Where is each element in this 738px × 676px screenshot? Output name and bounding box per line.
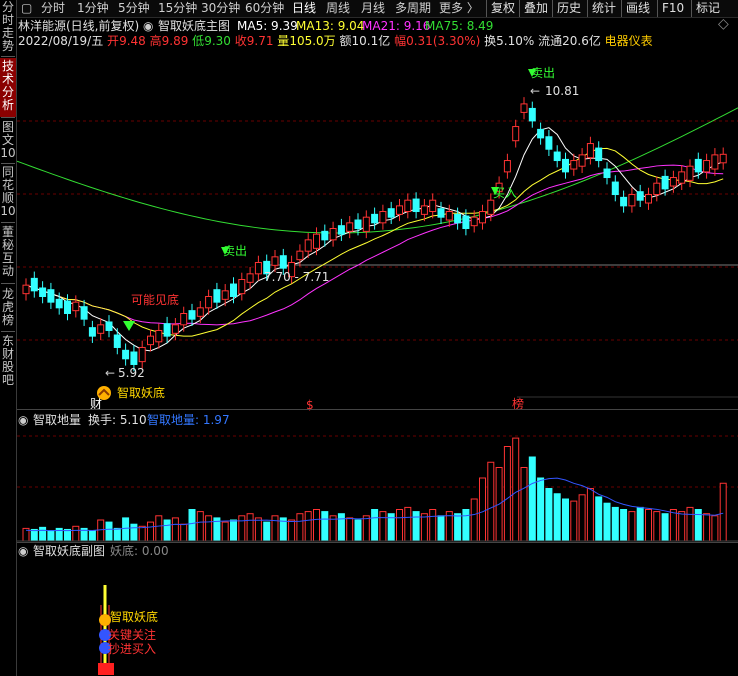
vol-key: 量 [277,34,290,48]
tab-eastmoney-forum[interactable]: 东财股吧 [0,335,16,389]
sell-signal-1: 卖出 [531,66,556,80]
amount-value: 10.1亿 [351,34,391,48]
main-kline-chart[interactable] [17,49,738,409]
button-diejia[interactable]: 叠加 [519,0,552,17]
volume-turnover-label: 换手: 5.10 [88,413,147,427]
ohlc-info-line: 2022/08/19/五 开9.48 高9.89 低9.30 收9.71 量10… [18,34,653,48]
tab-secretary-interaction[interactable]: 董秘互动 [0,226,16,280]
button-draw[interactable]: 画线 [621,0,654,17]
close-key: 收 [234,34,247,48]
high-value: 9.89 [161,34,189,48]
range-annotation: 7.70 - 7.71 [264,270,330,284]
tab-period-1min[interactable]: 1分钟 [77,0,109,17]
tab-timeshare[interactable]: 分时走势 [0,1,16,53]
tab-period-fenshi[interactable]: 分时 [41,0,65,17]
button-fuquan[interactable]: 复权 [486,0,519,17]
high-key: 高 [149,34,162,48]
button-mark[interactable]: 标记 [691,0,724,17]
sub-panel-dropdown-icon[interactable]: ◉ [18,544,28,558]
tower-label-key-focus: 关键关注 [108,628,157,642]
low-arrow-icon: ← [105,366,116,380]
volume-chart[interactable] [17,426,738,542]
open-key: 开 [107,34,120,48]
close-value: 9.71 [246,34,274,48]
period-toolbar: ▢ 分时 1分钟 5分钟 15分钟 30分钟 60分钟 日线 周线 月线 多周期… [17,0,738,18]
smart-bottom-icon [97,386,111,400]
button-f10[interactable]: F10 [657,0,688,17]
tab-period-30min[interactable]: 30分钟 [201,0,240,17]
float-value: 20.6亿 [562,34,601,48]
range-value: 0.31(3.30%) [406,34,481,48]
tab-period-monthly[interactable]: 月线 [361,0,385,17]
sector-label[interactable]: 电器仪表 [605,34,653,48]
tab-dragon-tiger[interactable]: 龙虎榜 [0,288,16,328]
turnover-key: 换 [484,34,497,48]
range-key: 幅 [394,34,407,48]
ma75-label: MA75: 8.49 [425,19,494,33]
low-key: 低 [192,34,205,48]
ma13-label: MA13: 9.04 [296,19,365,33]
low-price-annotation: 5.92 [118,366,145,380]
sub-panel-value: 妖底: 0.00 [110,544,169,558]
sub-panel-title[interactable]: 智取妖底副图 [33,544,105,558]
smart-bottom-label: 智取妖底 [117,386,166,400]
volume-bars-group [22,437,727,542]
tower-label-smart-bottom: 智取妖底 [110,610,159,624]
low-value: 9.30 [204,34,231,48]
stock-title: 林洋能源(日线,前复权) [18,19,140,33]
left-tab-bar: 分时走势 技术分析 图文10 同花顺10 董秘互动 龙虎榜 东财股吧 [0,0,17,676]
tab-period-weekly[interactable]: 周线 [326,0,350,17]
button-history[interactable]: 历史 [552,0,585,17]
high-arrow-icon: ← [530,84,541,98]
open-value: 9.48 [119,34,146,48]
high-price-annotation: 10.81 [545,84,580,98]
tower-label-buy-in: 抄进买入 [108,642,157,656]
settings-diamond-icon[interactable]: ◇ [718,17,729,31]
ma13-line [25,147,724,337]
tab-period-15min[interactable]: 15分钟 [158,0,197,17]
tab-tonghuashun[interactable]: 同花顺10 [0,166,16,221]
amount-key: 额 [339,34,352,48]
indicator-dropdown-icon[interactable]: ◉ [143,19,153,33]
volume-panel-dropdown-icon[interactable]: ◉ [18,413,28,427]
button-stats[interactable]: 统计 [587,0,620,17]
tab-period-daily[interactable]: 日线 [292,0,316,17]
turnover-value: 5.10% [496,34,535,48]
tab-period-multi[interactable]: 多周期 [395,0,431,17]
tab-technical-analysis[interactable]: 技术分析 [0,58,16,117]
toolbar-square-icon[interactable]: ▢ [21,0,32,17]
tab-period-5min[interactable]: 5分钟 [118,0,150,17]
buy-signal-1: 买入 [493,186,518,200]
volume-indicator-label: 智取地量: 1.97 [147,413,230,427]
maybe-bottom-label: 可能见底 [131,293,180,307]
date-label: 2022/08/19/五 [18,34,104,48]
sell-signal-2: 卖出 [223,244,248,258]
tab-graphics[interactable]: 图文10 [0,121,16,161]
main-indicator-name[interactable]: 智取妖底主图 [158,19,230,33]
ma5-label: MA5: 9.39 [237,19,298,33]
candles-group [22,69,727,372]
float-key: 流通 [538,34,563,48]
vol-value: 105.0万 [289,34,336,48]
volume-panel-title[interactable]: 智取地量 [33,413,81,427]
tab-period-more[interactable]: 更多 〉 [439,0,479,17]
tab-period-60min[interactable]: 60分钟 [245,0,284,17]
ma21-label: MA21: 9.16 [362,19,431,33]
